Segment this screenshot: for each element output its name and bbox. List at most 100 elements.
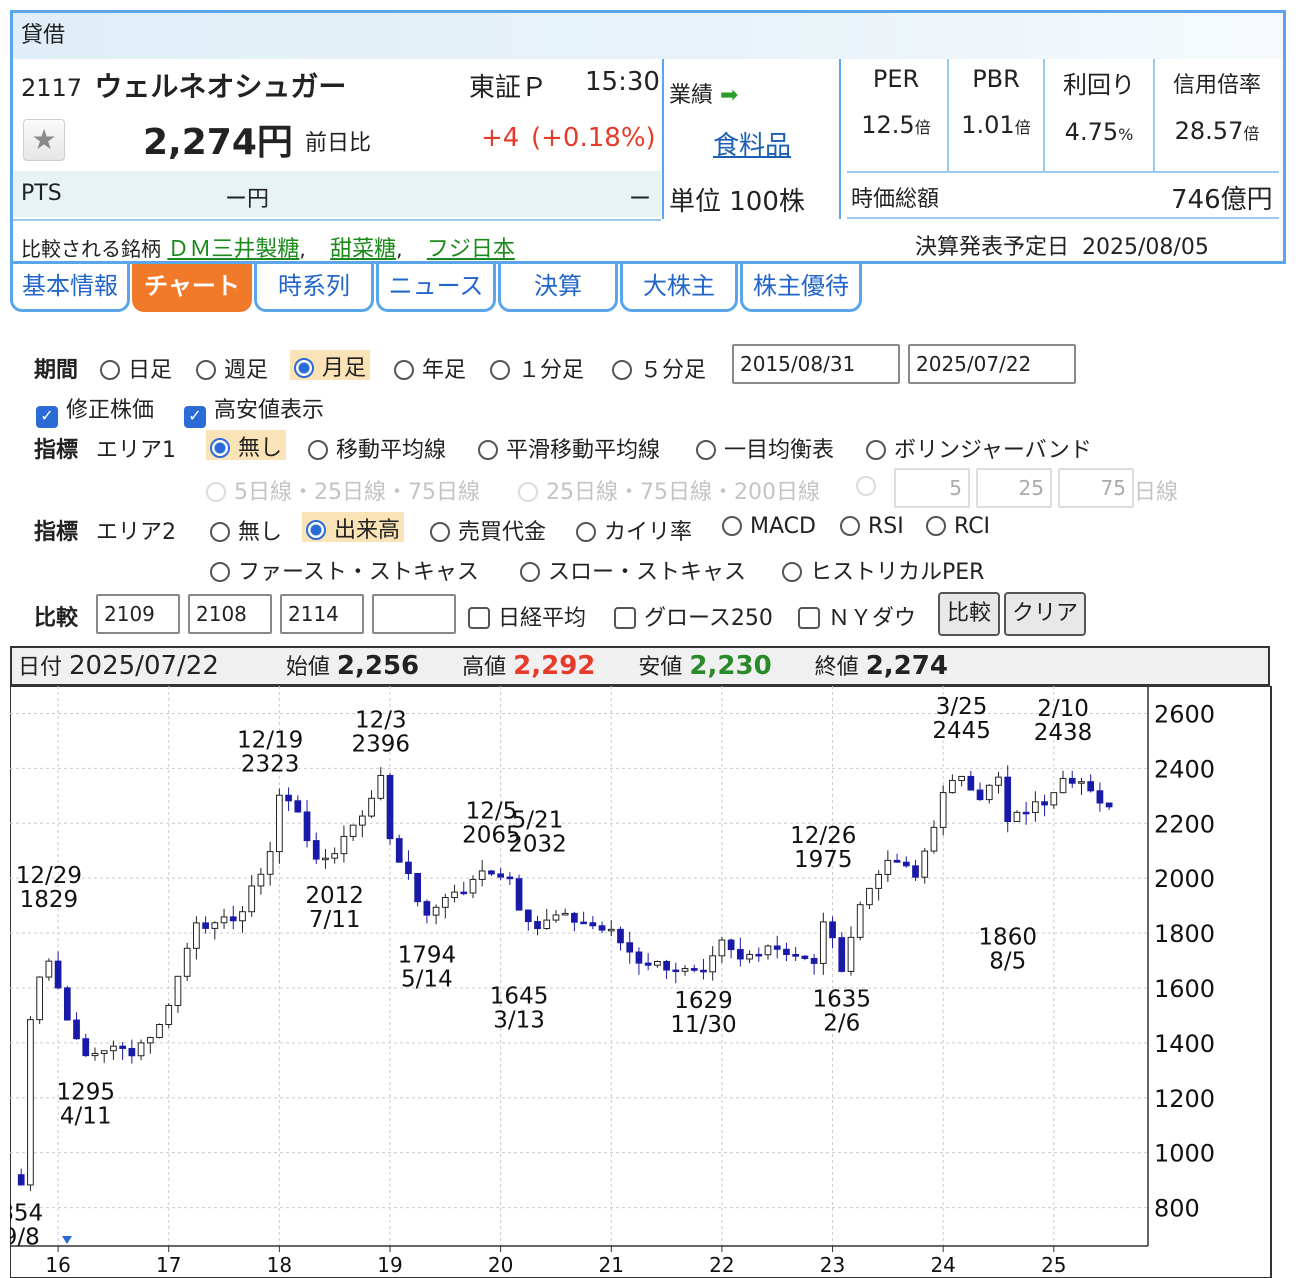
compare-link[interactable]: 甜菜糖 — [330, 237, 396, 262]
candle-body — [386, 774, 394, 840]
candle-body — [1087, 781, 1095, 792]
ma-option-1-radio[interactable]: 5日線・25日線・75日線 — [206, 474, 480, 506]
annotation-date: 5/21 — [512, 807, 564, 833]
candle-body — [644, 962, 652, 966]
radio-selected-icon — [294, 358, 314, 378]
candle-body — [626, 942, 634, 953]
nydow-checkbox[interactable]: ＮＹダウ — [798, 600, 916, 632]
period-daily-radio[interactable]: 日足 — [100, 352, 172, 384]
candle-body — [497, 873, 504, 878]
candle-body — [469, 878, 477, 894]
stock-name: ウェルネオシュガー — [94, 70, 347, 103]
pts-change: ー — [629, 187, 652, 212]
area2-slow-stoch-radio[interactable]: スロー・ストキャス — [520, 554, 746, 586]
tab-chart[interactable]: チャート — [132, 264, 252, 312]
annotation-date: 5/14 — [401, 967, 453, 993]
area2-none-radio[interactable]: 無し — [210, 514, 282, 546]
clear-button[interactable]: クリア — [1004, 592, 1086, 636]
radio-icon — [478, 440, 498, 460]
date-to-input[interactable]: 2025/07/22 — [908, 344, 1076, 384]
candle-body — [441, 897, 449, 908]
area1-ma-radio[interactable]: 移動平均線 — [308, 432, 446, 464]
candle-body — [146, 1037, 154, 1044]
tab-shareholder-benefits[interactable]: 株主優待 — [740, 264, 862, 312]
annotation-value: 2438 — [1034, 720, 1093, 746]
compare-code-input-2[interactable]: 2108 — [188, 594, 272, 634]
arrow-right-icon: ➡ — [720, 83, 739, 108]
date-from-input[interactable]: 2015/08/31 — [732, 344, 900, 384]
area2-turnover-radio[interactable]: 売買代金 — [430, 514, 546, 546]
tab-major-shareholders[interactable]: 大株主 — [620, 264, 738, 312]
candle-body — [340, 835, 348, 855]
growth250-checkbox[interactable]: グロース250 — [614, 600, 773, 632]
period-1min-radio[interactable]: １分足 — [490, 352, 584, 384]
stat-per: PER 12.5倍 — [847, 59, 945, 171]
area1-ema-radio[interactable]: 平滑移動平均線 — [478, 432, 660, 464]
sector-link[interactable]: 食料品 — [713, 125, 791, 162]
radio-label: １分足 — [518, 358, 585, 383]
tab-earnings[interactable]: 決算 — [498, 264, 618, 312]
tab-news[interactable]: ニュース — [376, 264, 496, 312]
period-monthly-radio[interactable]: 月足 — [290, 350, 371, 381]
candle-body — [810, 957, 818, 964]
compare-link[interactable]: ＤＭ三井製糖 — [167, 237, 299, 262]
tab-basic-info[interactable]: 基本情報 — [10, 264, 130, 312]
compare-code-input-4[interactable] — [372, 594, 456, 634]
gyoseki-label[interactable]: 業績 ➡ — [669, 77, 738, 109]
candle-body — [312, 840, 320, 860]
period-5min-radio[interactable]: ５分足 — [612, 352, 706, 384]
area2-fast-stoch-radio[interactable]: ファースト・ストキャス — [210, 554, 479, 586]
compare-button[interactable]: 比較 — [938, 592, 1000, 636]
ma-input-3[interactable]: 75 — [1058, 468, 1134, 508]
area2-rci-radio[interactable]: RCI — [926, 514, 990, 539]
candle-body — [358, 815, 366, 826]
nikkei-checkbox[interactable]: 日経平均 — [468, 600, 586, 632]
area1-none-radio[interactable]: 無し — [206, 430, 287, 461]
candle-body — [1013, 811, 1021, 822]
open-value: 2,256 — [336, 651, 420, 681]
ma-custom-radio[interactable] — [856, 474, 884, 499]
x-tick-label: 17 — [156, 1253, 181, 1277]
area2-deviation-radio[interactable]: カイリ率 — [576, 514, 692, 546]
radio-selected-icon — [306, 520, 326, 540]
annotation-value: 2032 — [508, 831, 567, 857]
candle-body — [322, 857, 329, 861]
adjusted-price-checkbox[interactable]: ✓ 修正株価 — [36, 392, 154, 428]
compare-code-input-3[interactable]: 2114 — [280, 594, 364, 634]
stat-label: 信用倍率 — [1172, 73, 1261, 98]
annotation-value: 1635 — [812, 986, 871, 1012]
annotation-date: 12/26 — [790, 823, 856, 849]
x-tick-label: 19 — [377, 1253, 402, 1277]
favorite-star-icon[interactable]: ★ — [23, 119, 65, 161]
area1-ichimoku-radio[interactable]: 一目均衡表 — [696, 432, 834, 464]
radio-label: 無し — [238, 520, 283, 545]
divider — [13, 219, 661, 221]
checkbox-icon — [468, 607, 490, 629]
radio-icon — [696, 440, 716, 460]
change-label: 前日比 — [305, 131, 372, 156]
stat-pbr: PBR 1.01倍 — [949, 59, 1043, 171]
ma-input-1[interactable]: 5 — [894, 468, 970, 508]
tab-time-series[interactable]: 時系列 — [254, 264, 374, 312]
stat-unit: 倍 — [1243, 124, 1260, 143]
market-cap: 746億円 — [1171, 185, 1273, 215]
area2-macd-radio[interactable]: MACD — [722, 514, 816, 539]
price-chart[interactable]: 2600 2400 2200 2000 1800 1600 1400 1200 1000 800 1… — [10, 686, 1272, 1278]
area2-volume-radio[interactable]: 出来高 — [302, 512, 405, 543]
ma-input-2[interactable]: 25 — [976, 468, 1052, 508]
candle-body — [1105, 802, 1113, 808]
pts-price: ー円 — [225, 187, 270, 212]
candle-body — [156, 1024, 163, 1039]
compare-link[interactable]: フジ日本 — [427, 237, 515, 262]
show-highlow-checkbox[interactable]: ✓ 高安値表示 — [184, 392, 324, 428]
annotation-value: 1629 — [674, 988, 733, 1014]
ma-option-2-radio[interactable]: 25日線・75日線・200日線 — [518, 474, 820, 506]
area1-bollinger-radio[interactable]: ボリンジャーバンド — [866, 432, 1092, 464]
area2-hist-per-radio[interactable]: ヒストリカルPER — [782, 554, 984, 586]
period-weekly-radio[interactable]: 週足 — [196, 352, 268, 384]
candle-body — [368, 797, 375, 817]
area2-rsi-radio[interactable]: RSI — [840, 514, 904, 539]
compare-code-input-1[interactable]: 2109 — [96, 594, 180, 634]
x-tick-label: 23 — [820, 1253, 845, 1277]
period-yearly-radio[interactable]: 年足 — [394, 352, 466, 384]
